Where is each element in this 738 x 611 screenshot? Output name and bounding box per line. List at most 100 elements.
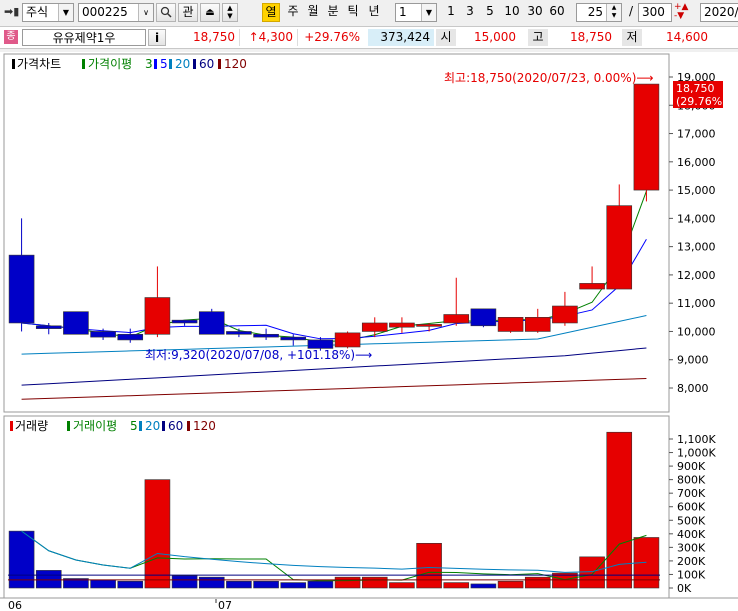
candle-body: [361, 322, 388, 332]
period-button-month[interactable]: 월: [305, 3, 321, 22]
interval-button-5[interactable]: 5: [483, 3, 497, 22]
yeol-button[interactable]: 열: [262, 3, 280, 22]
high-annotation: 최고:18,750(2020/07/23, 0.00%)⟶: [444, 71, 654, 85]
sync-button[interactable]: ⏏: [200, 3, 220, 22]
volume-bar: [361, 576, 388, 589]
volume-bar: [497, 580, 524, 589]
candle-body: [389, 322, 415, 328]
candle-body: [8, 254, 35, 324]
candle-body: [524, 317, 551, 332]
code-input[interactable]: 000225 ∨: [78, 3, 154, 22]
volume-tick-label: 0K: [677, 582, 692, 595]
period-button-tick[interactable]: 틱: [345, 3, 361, 22]
interval-button-60[interactable]: 60: [548, 3, 566, 22]
candle-body: [144, 297, 171, 335]
volume-bar: [579, 556, 605, 589]
candle-body: [443, 314, 470, 324]
low-annotation: 최저:9,320(2020/07/08, +101.18%)⟶: [145, 348, 372, 362]
count-input[interactable]: 25 ▲ ▼: [576, 3, 622, 22]
x-label-06: 06: [8, 599, 22, 611]
interval-button-1[interactable]: 1: [444, 3, 458, 22]
volume-bar: [90, 579, 116, 589]
date-input[interactable]: 2020/0: [700, 3, 738, 22]
volume-tick-label: 1,100K: [677, 433, 716, 446]
period-button-week[interactable]: 주: [285, 3, 301, 22]
volume-bar: [307, 580, 334, 589]
interval-select[interactable]: 1 ▼: [395, 3, 437, 22]
price-legend-ma5: 5: [160, 57, 168, 71]
candle-body: [579, 283, 605, 290]
candle-body: [35, 325, 62, 329]
stock-type-icon: 종: [4, 30, 18, 44]
candle-body: [416, 324, 442, 327]
interval-button-30[interactable]: 30: [526, 3, 544, 22]
price-legend-ma20: 20: [175, 57, 190, 71]
zoom-icon[interactable]: +▲ -▼: [674, 3, 692, 22]
candle-body: [226, 331, 252, 335]
toolbar: ➡▮ 주식 ▼ 000225 ∨ 관 ⏏ ▲ ▼ 열 주 월 분 틱 년 1 ▼ …: [0, 0, 738, 27]
volume-tick-label: 200K: [677, 555, 706, 568]
volume-bar: [253, 580, 279, 589]
volume-tick-label: 300K: [677, 541, 706, 554]
chevron-down-icon[interactable]: ▼: [58, 4, 73, 21]
total-input[interactable]: 300: [638, 3, 672, 22]
candle-body: [334, 332, 361, 348]
volume-tick-label: 1,000K: [677, 447, 716, 460]
price-legend-ma3: 3: [145, 57, 153, 71]
updown-button[interactable]: ▲ ▼: [222, 3, 238, 22]
search-button[interactable]: [156, 3, 176, 22]
price-legend-ma120: 120: [224, 57, 247, 71]
price-tick-label: 11,000: [677, 297, 716, 310]
period-button-year[interactable]: 년: [366, 3, 382, 22]
volume-tick-label: 700K: [677, 487, 706, 500]
candle-body: [253, 333, 279, 338]
change-pct-value: +29.76%: [304, 30, 360, 44]
candle-body: [63, 311, 89, 335]
interval-button-3[interactable]: 3: [463, 3, 477, 22]
volume-bar: [470, 583, 497, 589]
volume-tick-label: 900K: [677, 460, 706, 473]
gwan-button[interactable]: 관: [178, 3, 198, 22]
price-tick-label: 10,000: [677, 325, 716, 338]
chart-canvas[interactable]: 가격차트 가격이평 3 5 20 60 120 거래량 거래이평 5 20 60…: [0, 52, 738, 611]
price-tick-label: 8,000: [677, 382, 709, 395]
last-pct-label: (29.76%): [676, 95, 727, 108]
market-select-value: 주식: [26, 5, 49, 19]
chevron-down-icon[interactable]: ∨: [138, 4, 153, 21]
price-legend-ma60: 60: [199, 57, 214, 71]
volume-legend-ma-title: 거래이평: [73, 419, 117, 433]
volume-legend-ma5: 5: [130, 419, 138, 433]
volume-tick-label: 100K: [677, 568, 706, 581]
spinner-icon[interactable]: ▲ ▼: [606, 4, 621, 21]
volume-bar: [226, 580, 252, 589]
volume-legend-title: 거래량: [15, 419, 48, 433]
total-input-value: 300: [642, 5, 665, 19]
candle-body: [198, 311, 225, 335]
info-button[interactable]: i: [148, 29, 166, 46]
chevron-down-icon[interactable]: ▼: [421, 4, 436, 21]
count-input-value: 25: [587, 5, 603, 19]
price-tick-label: 15,000: [677, 184, 716, 197]
volume-value: 373,424: [368, 29, 434, 46]
candle-body: [633, 83, 660, 191]
arrow-right-icon[interactable]: ➡▮: [4, 3, 22, 22]
volume-bar: [416, 542, 442, 589]
price-value: 18,750: [170, 29, 240, 46]
interval-button-10[interactable]: 10: [503, 3, 521, 22]
period-button-minute[interactable]: 분: [325, 3, 341, 22]
price-y-axis: 19,00018,00017,00016,00015,00014,00013,0…: [669, 71, 716, 395]
candle-body: [470, 308, 497, 327]
price-legend-title: 가격차트: [17, 57, 61, 71]
high-value: 18,750: [570, 30, 612, 44]
volume-y-axis: 1,100K1,000K900K800K700K600K500K400K300K…: [669, 433, 716, 595]
volume-bar: [334, 576, 361, 589]
stock-name-field[interactable]: 유유제약1우: [22, 29, 146, 46]
price-legend: 가격차트 가격이평 3 5 20 60 120: [12, 57, 247, 71]
code-input-value: 000225: [82, 5, 128, 19]
volume-tick-label: 800K: [677, 474, 706, 487]
market-select[interactable]: 주식 ▼: [22, 3, 74, 22]
price-tick-label: 12,000: [677, 269, 716, 282]
magnifier-icon: [160, 6, 172, 18]
candle-body: [117, 333, 144, 341]
chart-area: 가격차트 가격이평 3 5 20 60 120 거래량 거래이평 5 20 60…: [0, 52, 738, 611]
